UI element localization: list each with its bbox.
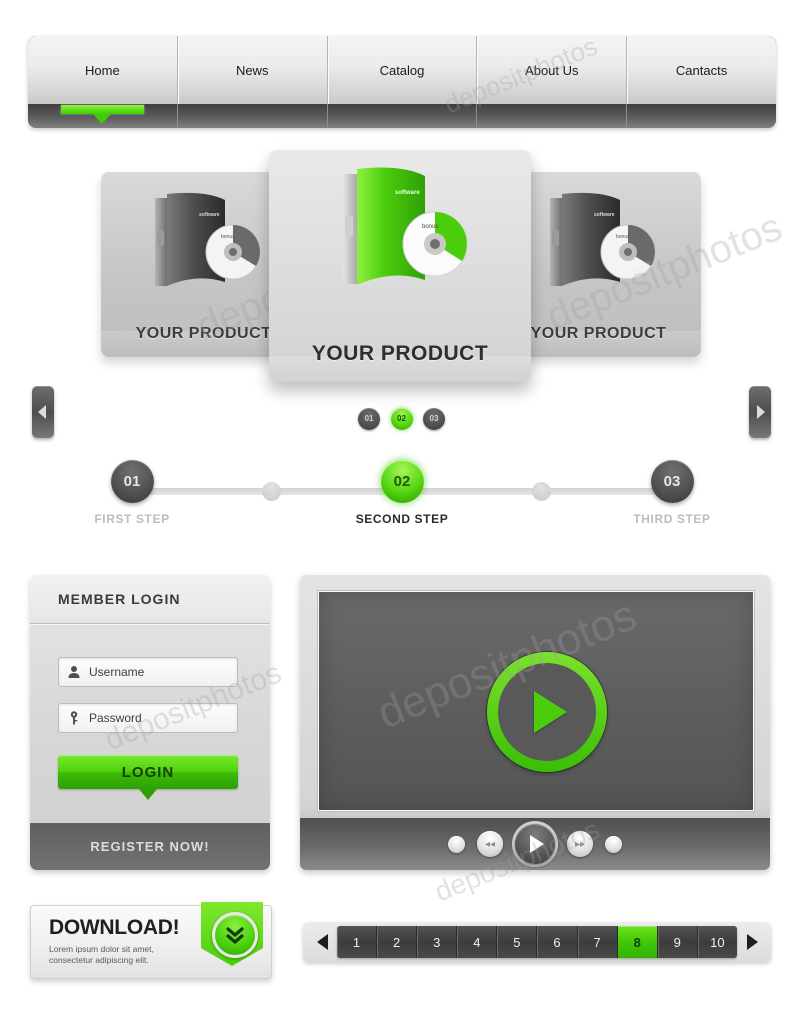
nav-slot-catalog bbox=[326, 104, 477, 128]
nav-slot-about-us bbox=[476, 104, 626, 128]
svg-text:bonus: bonus bbox=[616, 234, 630, 240]
carousel-dot-03[interactable]: 03 bbox=[422, 408, 445, 430]
rewind-icon: ◂◂ bbox=[484, 838, 496, 850]
pagination-next-button[interactable] bbox=[737, 926, 767, 958]
product-carousel: software bonus DVD YOUR PRODUCT software bbox=[0, 150, 803, 438]
username-value: Username bbox=[89, 665, 145, 679]
video-control-bar: ◂◂ ▸▸ bbox=[300, 818, 770, 870]
login-button-label: LOGIN bbox=[121, 763, 175, 781]
slide-caption: YOUR PRODUCT bbox=[311, 342, 489, 365]
user-icon bbox=[59, 665, 89, 679]
key-icon bbox=[59, 711, 89, 725]
nav-slot-cantacts bbox=[626, 104, 776, 128]
progress-steps: 01 FIRST STEP 02 SECOND STEP 03 THIRD ST… bbox=[0, 460, 803, 540]
password-input[interactable]: Password bbox=[58, 703, 238, 733]
nav-item-catalog[interactable]: Catalog bbox=[326, 36, 477, 104]
double-chevron-down-icon bbox=[212, 912, 258, 958]
step-label: SECOND STEP bbox=[355, 512, 449, 526]
svg-text:bonus: bonus bbox=[221, 234, 235, 240]
svg-text:software: software bbox=[395, 190, 420, 196]
username-input[interactable]: Username bbox=[58, 657, 238, 687]
nav-item-label: Catalog bbox=[379, 62, 425, 78]
play-button[interactable] bbox=[515, 824, 555, 864]
pagination-pages: 1 2 3 4 5 6 7 8 9 10 bbox=[337, 926, 737, 958]
nav-slot-news bbox=[176, 104, 327, 128]
product-image: software bonus DVD bbox=[532, 190, 667, 300]
ui-kit-canvas: Home News Catalog About Us Cantacts soft… bbox=[0, 0, 803, 1023]
video-player: ◂◂ ▸▸ bbox=[300, 575, 770, 870]
register-now-button[interactable]: REGISTER NOW! bbox=[30, 823, 270, 870]
pagination-page[interactable]: 3 bbox=[417, 926, 458, 958]
svg-text:software: software bbox=[594, 212, 615, 218]
step-item-first[interactable]: 01 FIRST STEP bbox=[72, 460, 192, 526]
pagination-page[interactable]: 6 bbox=[537, 926, 578, 958]
steps-rail-dot bbox=[532, 482, 551, 501]
svg-text:software: software bbox=[199, 212, 220, 218]
pagination-page[interactable]: 4 bbox=[457, 926, 498, 958]
fast-forward-icon: ▸▸ bbox=[574, 838, 586, 850]
svg-text:DVD: DVD bbox=[237, 268, 246, 273]
svg-text:DVD: DVD bbox=[632, 268, 641, 273]
nav-item-label: News bbox=[235, 62, 269, 78]
pagination-page[interactable]: 10 bbox=[697, 926, 737, 958]
play-icon bbox=[534, 691, 567, 733]
big-play-button[interactable] bbox=[487, 652, 607, 772]
step-number[interactable]: 02 bbox=[380, 460, 424, 503]
step-number[interactable]: 03 bbox=[650, 460, 694, 503]
triangle-left-icon bbox=[316, 934, 328, 950]
product-image: software bonus DVD bbox=[323, 164, 483, 304]
carousel-pagination-dots: 01 02 03 bbox=[0, 408, 803, 430]
step-item-third[interactable]: 03 THIRD STEP bbox=[612, 460, 732, 526]
steps-rail-dot bbox=[262, 482, 281, 501]
pagination-page[interactable]: 7 bbox=[577, 926, 618, 958]
svg-text:bonus: bonus bbox=[422, 224, 438, 230]
pagination-page-current[interactable]: 8 bbox=[617, 926, 658, 958]
download-badge[interactable] bbox=[201, 902, 263, 966]
volume-knob[interactable] bbox=[448, 835, 465, 853]
login-panel-title: MEMBER LOGIN bbox=[30, 575, 270, 624]
step-item-second[interactable]: 02 SECOND STEP bbox=[342, 460, 462, 526]
nav-tabs: Home News Catalog About Us Cantacts bbox=[28, 36, 776, 104]
pagination-page[interactable]: 1 bbox=[337, 926, 378, 958]
rewind-button[interactable]: ◂◂ bbox=[477, 831, 503, 857]
nav-item-cantacts[interactable]: Cantacts bbox=[626, 36, 776, 104]
fast-forward-button[interactable]: ▸▸ bbox=[567, 831, 593, 857]
settings-knob[interactable] bbox=[605, 835, 622, 853]
video-screen[interactable] bbox=[318, 591, 754, 811]
carousel-dot-02[interactable]: 02 bbox=[390, 408, 413, 430]
download-title: DOWNLOAD! bbox=[49, 916, 180, 939]
nav-item-home[interactable]: Home bbox=[28, 36, 177, 104]
download-subtitle: Lorem ipsum dolor sit amet, consectetur … bbox=[49, 944, 154, 966]
download-box[interactable]: DOWNLOAD! Lorem ipsum dolor sit amet, co… bbox=[30, 902, 272, 979]
nav-item-news[interactable]: News bbox=[176, 36, 327, 104]
password-value: Password bbox=[89, 711, 142, 725]
nav-underbar bbox=[28, 104, 776, 128]
pagination-prev-button[interactable] bbox=[307, 926, 337, 958]
triangle-right-icon bbox=[746, 934, 758, 950]
nav-item-label: Cantacts bbox=[675, 62, 728, 78]
nav-item-label: Home bbox=[85, 62, 120, 78]
nav-slot-home bbox=[28, 104, 177, 128]
login-button[interactable]: LOGIN bbox=[58, 755, 238, 800]
play-icon bbox=[530, 835, 544, 853]
pagination-page[interactable]: 2 bbox=[377, 926, 418, 958]
member-login-panel: MEMBER LOGIN Username Password LOGIN REG… bbox=[30, 575, 270, 870]
main-navigation-bar: Home News Catalog About Us Cantacts bbox=[28, 36, 776, 128]
nav-item-label: About Us bbox=[525, 62, 579, 78]
step-number[interactable]: 01 bbox=[110, 460, 154, 503]
product-image: software bonus DVD bbox=[137, 190, 272, 300]
register-label: REGISTER NOW! bbox=[90, 839, 210, 854]
pagination: 1 2 3 4 5 6 7 8 9 10 bbox=[303, 922, 771, 962]
step-label: THIRD STEP bbox=[633, 512, 711, 526]
pagination-page[interactable]: 5 bbox=[497, 926, 538, 958]
carousel-dot-01[interactable]: 01 bbox=[358, 408, 381, 430]
nav-active-indicator bbox=[60, 105, 145, 124]
carousel-slide-center[interactable]: software bonus DVD YOUR PRODUCT bbox=[269, 150, 531, 382]
nav-item-about-us[interactable]: About Us bbox=[476, 36, 626, 104]
svg-text:DVD: DVD bbox=[440, 263, 451, 269]
pagination-page[interactable]: 9 bbox=[657, 926, 698, 958]
step-label: FIRST STEP bbox=[94, 512, 170, 526]
